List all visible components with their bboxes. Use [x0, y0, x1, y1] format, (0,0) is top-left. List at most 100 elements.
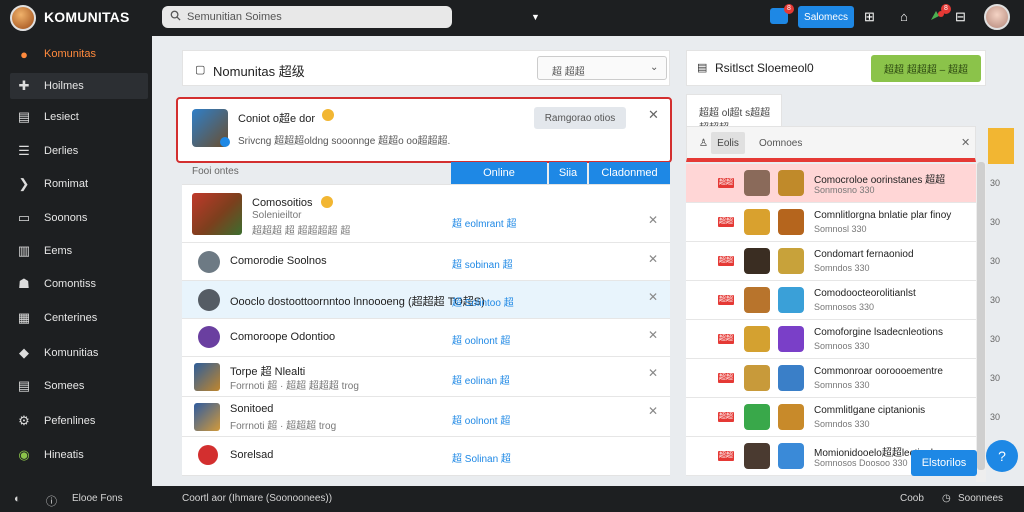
close-icon[interactable]: ✕: [961, 136, 970, 149]
list-icon: ☰: [18, 143, 30, 158]
floating-action-button[interactable]: Elstorilos: [911, 450, 977, 476]
close-icon[interactable]: ✕: [648, 328, 658, 342]
rank-badge: 超超: [718, 451, 734, 461]
ranking-meta: Somnoos 330: [814, 341, 870, 351]
list-item[interactable]: Torpe 超 Nlealti Forrnoti 超 · 超超 超超超 trog…: [182, 357, 670, 397]
sidebar-item-5[interactable]: ❯ Romimat: [10, 171, 148, 197]
chevron-down-icon: ⌄: [650, 62, 659, 73]
sidebar-item-label: Lesiect: [44, 111, 79, 123]
row-title: Comosoitios: [252, 197, 313, 209]
globe-icon[interactable]: ◐: [14, 493, 21, 505]
row-action-link[interactable]: 超 oolnont 超: [452, 412, 510, 427]
app-brand[interactable]: KOMUNITAS: [44, 9, 130, 25]
list-item[interactable]: Oooclo dostoottoornntoo lnnoooeng (超超超 T…: [182, 281, 670, 319]
row-subtitle: Solenieiltor: [252, 210, 302, 221]
green-action-button[interactable]: 超超 超超超 – 超超: [871, 55, 981, 82]
sidebar-item-7[interactable]: ▥ Eems: [10, 238, 148, 264]
search-input[interactable]: Semunitian Soimes: [162, 6, 452, 28]
close-icon[interactable]: ✕: [648, 107, 659, 123]
row-subtitle: Forrnoti 超 · 超超 超超超 trog: [230, 381, 359, 392]
sidebar-item-13[interactable]: ◉ Hineatis: [10, 442, 148, 468]
ranking-score: 30: [990, 373, 1001, 383]
ranking-meta: Somnosos 330: [814, 302, 875, 312]
tab-online[interactable]: Online: [451, 162, 547, 184]
ranking-row[interactable]: 超超 Commonroar ooroooementre Somnnos 330 30: [686, 359, 1000, 398]
sidebar-item-label: Centerines: [44, 312, 98, 324]
close-icon[interactable]: ✕: [648, 404, 658, 418]
list-item[interactable]: Comorodie Soolnos 超 sobinan 超 ✕: [182, 243, 670, 281]
sidebar-item-label: Komunitias: [44, 347, 99, 359]
list-item[interactable]: Sorelsad 超 Solinan 超: [182, 437, 670, 475]
sidebar-item-10[interactable]: ◆ Komunitias: [10, 340, 148, 366]
scrollbar-track[interactable]: [976, 162, 986, 482]
notice-action-button[interactable]: Ramgorao otios: [534, 107, 626, 129]
avatar: [198, 445, 218, 465]
sidebar-item-1[interactable]: ● Komunitas: [10, 41, 148, 67]
sidebar-item-4[interactable]: ☰ Derlies: [10, 138, 148, 164]
row-action-link[interactable]: 超 sobinan 超: [452, 256, 513, 271]
right-edge-highlight: [988, 128, 1014, 164]
ranking-name: Condomart fernaoniod: [814, 249, 914, 260]
ranking-row[interactable]: 超超 Commlitlgane ciptanionis Somndos 330 30: [686, 398, 1000, 437]
verified-icon: [220, 137, 230, 147]
avatar: [194, 363, 220, 391]
ranking-name: Comoforgine lsadecnleotions: [814, 327, 943, 338]
sidebar-item-8[interactable]: ☗ Comontiss: [10, 271, 148, 297]
app-logo[interactable]: [10, 5, 36, 31]
notice-card: Coniot o超e dor Srivcng 超超超oldng sooonnge…: [176, 97, 672, 163]
row-action-link[interactable]: 超 eolinan 超: [452, 372, 510, 387]
home-icon[interactable]: ⌂: [900, 9, 908, 25]
close-icon[interactable]: ✕: [648, 366, 658, 380]
list-item[interactable]: Comoroope Odontioo 超 oolnont 超 ✕: [182, 319, 670, 357]
top-bar: KOMUNITAS Semunitian Soimes ▼ 8 Salomecs…: [0, 0, 1024, 36]
sidebar-item-label: Hineatis: [44, 449, 84, 461]
filter-dropdown[interactable]: 超 超超 ⌄: [537, 56, 667, 80]
tab-eolis[interactable]: Eolis: [711, 132, 745, 154]
sidebar-item-2[interactable]: ✚ Hoilmes: [10, 73, 148, 99]
calendar-icon: ▦: [17, 310, 31, 325]
tab-oomnoes[interactable]: Oomnoes: [759, 138, 802, 149]
ranking-row[interactable]: 超超 Comoforgine lsadecnleotions Somnoos 330…: [686, 320, 1000, 359]
row-title: Sorelsad: [230, 449, 274, 461]
document-icon: ▤: [17, 109, 31, 124]
dropdown-caret-icon[interactable]: ▼: [531, 9, 540, 25]
right-header: ▤ Rsitlsct Sloemeol0 超超 超超超 – 超超: [686, 50, 986, 86]
help-chat-icon[interactable]: ?: [986, 440, 1018, 472]
avatar: [194, 403, 220, 431]
right-list-header: ♙ Eolis Oomnoes ✕: [686, 126, 976, 162]
ranking-row[interactable]: 超超 Comnlitlorgna bnlatie plar finoy Somnos…: [686, 203, 1000, 242]
ranking-row[interactable]: 超超 Condomart fernaoniod Somndos 330 30: [686, 242, 1000, 281]
sidebar-item-6[interactable]: ▭ Soonons: [10, 205, 148, 231]
scrollbar-thumb[interactable]: [977, 162, 985, 470]
close-icon[interactable]: ✕: [648, 290, 658, 304]
tab-siia[interactable]: Siia: [549, 162, 587, 184]
ranking-row[interactable]: 超超 Comocroloe oorinstanes 超超 Sonmosno 330 3…: [686, 164, 1000, 203]
list-item[interactable]: Sonitoed Forrnoti 超 · 超超超 trog 超 oolnont…: [182, 397, 670, 437]
close-icon[interactable]: ✕: [648, 213, 658, 227]
grid-small-icon[interactable]: ⊟: [955, 9, 966, 25]
sidebar-item-12[interactable]: ⚙ Pefenlines: [10, 408, 148, 434]
info-icon[interactable]: ⓘ: [46, 493, 57, 509]
sidebar-item-9[interactable]: ▦ Centerines: [10, 305, 148, 331]
rank-badge: 超超: [718, 217, 734, 227]
ranking-row[interactable]: 超超 Comodoocteorolitianlst Somnosos 330 30: [686, 281, 1000, 320]
row-action-link[interactable]: 超 Solinan 超: [452, 450, 511, 465]
row-action-link[interactable]: 超 oolnont 超: [452, 332, 510, 347]
close-icon[interactable]: ✕: [648, 252, 658, 266]
game-icon: [778, 170, 804, 196]
ranking-name: Comocroloe oorinstanes 超超: [814, 175, 946, 186]
chat-icon: ▢: [195, 64, 206, 76]
sidebar-item-3[interactable]: ▤ Lesiect: [10, 104, 148, 130]
right-section-tab[interactable]: 超超 ol超t s超超 超超超: [686, 94, 782, 134]
row-action-link[interactable]: 超 Solintoo 超: [452, 294, 514, 309]
list-item[interactable]: Comosoitios Solenieiltor 超超超 超 超超超超 超 超 …: [182, 185, 670, 243]
tab-claimed[interactable]: Cladonmed: [589, 162, 670, 184]
sidebar-item-11[interactable]: ▤ Somees: [10, 373, 148, 399]
ranking-meta: Somndos 330: [814, 263, 870, 273]
row-action-link[interactable]: 超 eolmrant 超: [452, 215, 516, 230]
topbar-blue-button[interactable]: Salomecs: [798, 6, 854, 28]
user-avatar[interactable]: [984, 4, 1010, 30]
grid-icon[interactable]: ⊞: [864, 9, 875, 25]
player-avatar: [744, 404, 770, 430]
status-right-text-2: Soonnees: [958, 493, 1004, 504]
